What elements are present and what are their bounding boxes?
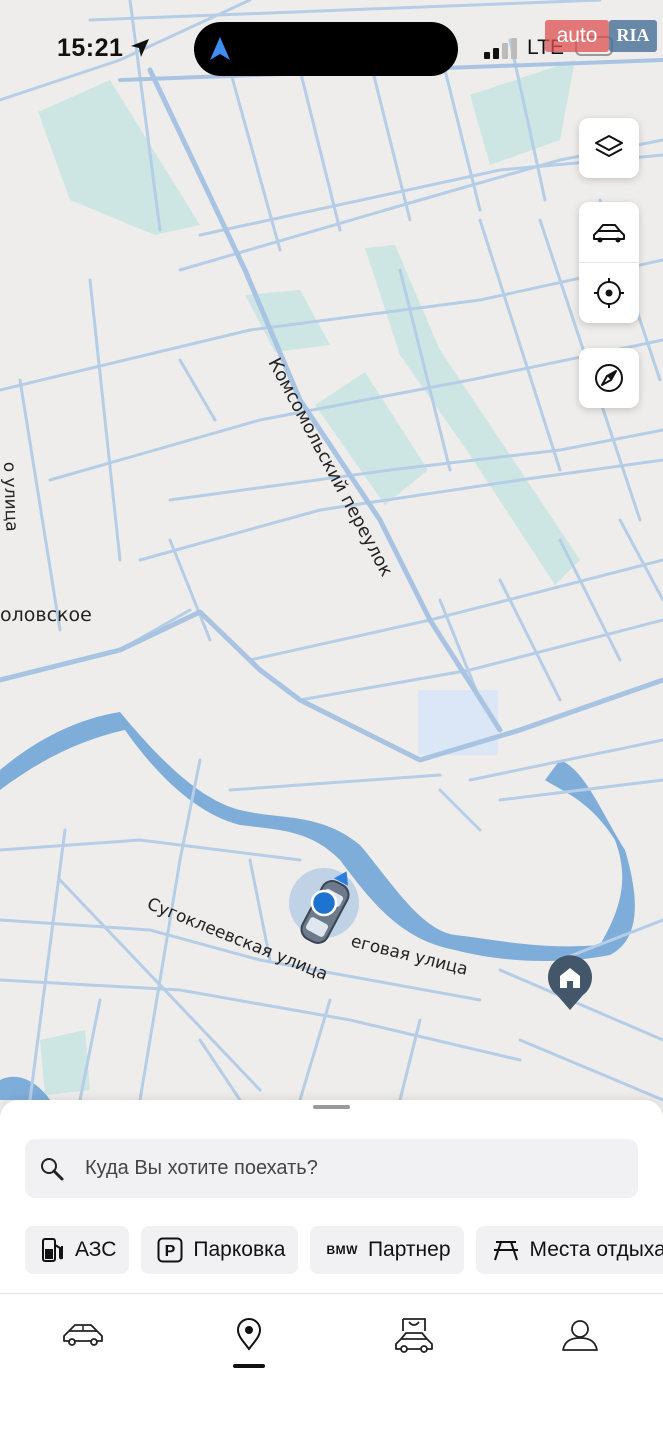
locate-me-button[interactable] xyxy=(579,262,639,323)
bmw-logo-icon: BMW xyxy=(326,1243,358,1257)
tab-profile[interactable] xyxy=(558,1318,602,1354)
tab-map[interactable] xyxy=(227,1318,271,1354)
building-area xyxy=(418,690,498,755)
chip-rest-areas-label: Места отдыха xyxy=(529,1238,663,1261)
chip-parking[interactable]: P Парковка xyxy=(141,1226,299,1274)
navigation-arrow-icon xyxy=(210,37,230,60)
tab-vehicle[interactable] xyxy=(61,1318,105,1354)
compass-icon xyxy=(595,364,623,392)
compass-control xyxy=(579,348,639,408)
cellular-signal-icon xyxy=(484,38,517,59)
map-pin-icon xyxy=(236,1318,262,1351)
bottom-sheet: АЗС P Парковка BMW Партнер Места xyxy=(0,1100,663,1440)
tab-services[interactable] xyxy=(392,1318,436,1354)
village-label: оловское xyxy=(0,604,92,626)
chip-parking-label: Парковка xyxy=(193,1238,286,1261)
chip-partner[interactable]: BMW Партнер xyxy=(310,1226,464,1274)
compass-button[interactable] xyxy=(579,348,639,408)
chip-fuel[interactable]: АЗС xyxy=(25,1226,130,1274)
nav-divider xyxy=(0,1293,663,1294)
car-icon xyxy=(593,224,625,243)
street-label-left: о улица xyxy=(0,461,21,531)
chip-rest-areas[interactable]: Места отдыха xyxy=(475,1226,663,1274)
layers-icon xyxy=(595,135,623,157)
layers-control xyxy=(579,118,639,178)
quick-filter-chips: АЗС P Парковка BMW Партнер Места отдыха xyxy=(25,1226,663,1274)
watermark-ria: RIA xyxy=(609,20,657,52)
layers-button[interactable] xyxy=(579,118,639,178)
destination-search-input[interactable] xyxy=(85,1157,585,1180)
chip-partner-label: Партнер xyxy=(367,1238,451,1261)
active-tab-indicator xyxy=(233,1364,265,1368)
location-arrow-icon xyxy=(131,39,149,57)
parking-icon: P xyxy=(157,1237,183,1263)
car-icon xyxy=(63,1324,103,1346)
locate-car-button[interactable] xyxy=(579,202,639,262)
fuel-pump-icon xyxy=(42,1238,63,1262)
watermark-auto: auto xyxy=(545,20,609,52)
search-icon xyxy=(41,1157,64,1180)
locate-controls xyxy=(579,202,639,323)
autoria-watermark: auto RIA xyxy=(545,20,657,54)
status-time: 15:21 xyxy=(57,34,124,62)
sheet-drag-handle[interactable] xyxy=(313,1105,350,1109)
target-icon xyxy=(594,278,624,308)
car-services-icon xyxy=(395,1318,433,1353)
search-bar[interactable] xyxy=(25,1139,638,1198)
svg-text:P: P xyxy=(165,1243,176,1260)
profile-icon xyxy=(562,1320,598,1351)
picnic-table-icon xyxy=(493,1241,518,1261)
chip-fuel-label: АЗС xyxy=(75,1238,117,1261)
dynamic-island xyxy=(194,22,458,76)
